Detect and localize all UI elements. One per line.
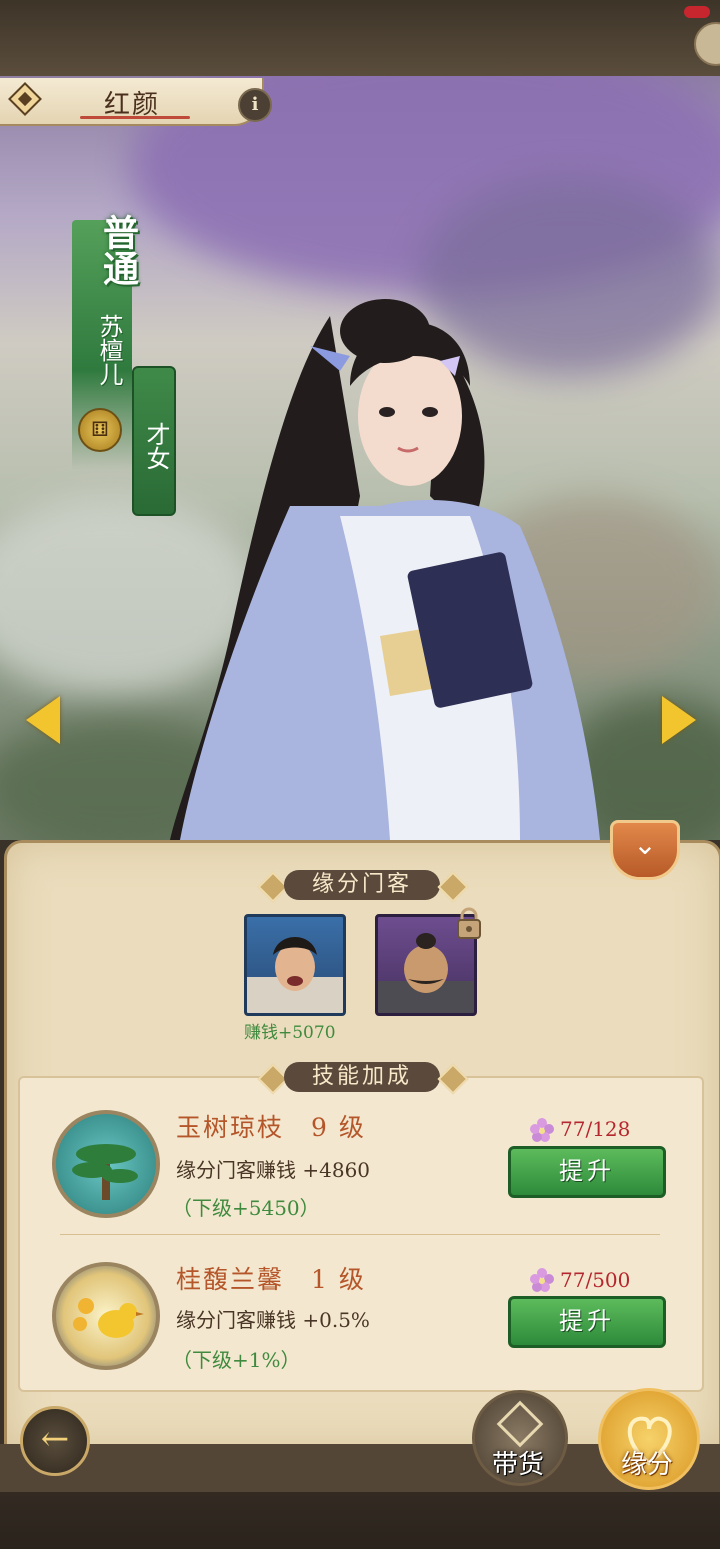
skill-next-level: （下级+5450） (172, 1196, 320, 1220)
retainer-portrait-1[interactable] (244, 914, 346, 1016)
upgrade-button[interactable]: 提升 (508, 1296, 666, 1348)
tab-goods-label[interactable]: 带货 (480, 1444, 556, 1481)
rank-label: 普通 (97, 214, 139, 286)
flower-token-icon (530, 1118, 554, 1142)
title-underline (80, 116, 190, 119)
tab-fate-label[interactable]: 缘分 (606, 1444, 688, 1481)
skill-cost: 77/500 (560, 1268, 631, 1292)
divider (60, 1234, 660, 1235)
skill-name: 桂馥兰馨 1 级 (176, 1265, 366, 1294)
next-character-arrow-icon[interactable] (662, 696, 696, 744)
bird-flower-icon[interactable] (52, 1262, 160, 1370)
top-bar (0, 0, 720, 76)
fate-section-title: 缘分门客 (284, 870, 440, 900)
notification-dot[interactable] (684, 6, 710, 18)
skill-next-level: （下级+1%） (172, 1348, 301, 1372)
skill-effect: 缘分门客赚钱 +4860 (176, 1158, 371, 1182)
coin-badge-icon[interactable]: ⚅ (78, 408, 122, 452)
skill-cost: 77/128 (560, 1117, 631, 1141)
character-name: 苏檀儿 (95, 314, 123, 386)
retainer-earn-label: 赚钱+5070 (244, 1023, 336, 1043)
trait-label: 才女 (142, 422, 170, 470)
flower-token-icon (530, 1268, 554, 1292)
skill-effect: 缘分门客赚钱 +0.5% (176, 1308, 370, 1332)
skills-section-title: 技能加成 (284, 1062, 440, 1092)
skill-name: 玉树琼枝 9 级 (176, 1113, 366, 1142)
upgrade-button[interactable]: 提升 (508, 1146, 666, 1198)
lock-icon (457, 907, 481, 939)
pine-tree-icon[interactable] (52, 1110, 160, 1218)
back-arrow-icon[interactable]: ← (20, 1406, 90, 1476)
collapse-chevron-icon[interactable]: ⌄ (610, 820, 680, 880)
prev-character-arrow-icon[interactable] (26, 696, 60, 744)
diamond-menu-icon[interactable] (8, 82, 42, 116)
retainer-face-icon (247, 937, 343, 1013)
info-button[interactable]: i (238, 88, 272, 122)
